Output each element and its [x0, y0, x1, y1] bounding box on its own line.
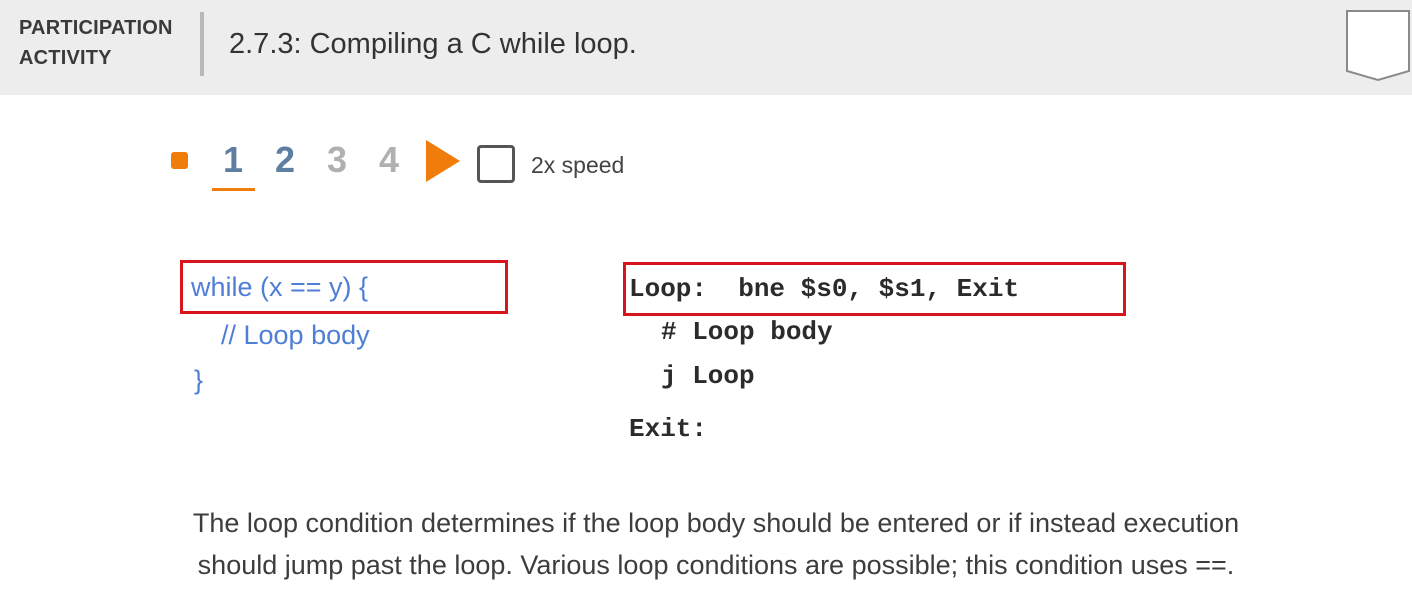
participation-activity-label: PARTICIPATION ACTIVITY [19, 13, 189, 73]
caption-line-2: should jump past the loop. Various loop … [197, 550, 1235, 580]
step-4-button[interactable]: 4 [369, 138, 409, 182]
speed-label: 2x speed [531, 152, 625, 178]
activity-title: 2.7.3: Compiling a C while loop. [229, 28, 637, 60]
speed-checkbox[interactable] [477, 145, 515, 183]
label-line2: ACTIVITY [19, 47, 112, 69]
step-2-button[interactable]: 2 [265, 138, 305, 182]
asm-line-4: Exit: [629, 414, 708, 444]
activity-header: PARTICIPATION ACTIVITY 2.7.3: Compiling … [0, 0, 1412, 95]
header-divider [200, 12, 204, 76]
c-line-1: while (x == y) { [191, 272, 369, 302]
step-3-button[interactable]: 3 [317, 138, 357, 182]
step-1-button[interactable]: 1 [213, 138, 253, 182]
label-line1: PARTICIPATION [19, 17, 173, 39]
c-line-3: } [194, 365, 204, 395]
asm-line-2: # Loop body [661, 317, 833, 347]
animation-controls: 1 2 3 4 2x speed [0, 130, 1412, 200]
asm-line-3: j Loop [661, 361, 755, 391]
c-line-2: // Loop body [221, 320, 370, 350]
asm-line-1: Loop: bne $s0, $s1, Exit [629, 274, 1020, 304]
orange-square-icon [171, 152, 188, 169]
active-step-underline [212, 188, 255, 191]
play-icon[interactable] [425, 140, 461, 187]
bookmark-icon[interactable] [1345, 9, 1411, 88]
step-caption: The loop condition determines if the loo… [100, 502, 1332, 586]
caption-line-1: The loop condition determines if the loo… [192, 508, 1240, 538]
